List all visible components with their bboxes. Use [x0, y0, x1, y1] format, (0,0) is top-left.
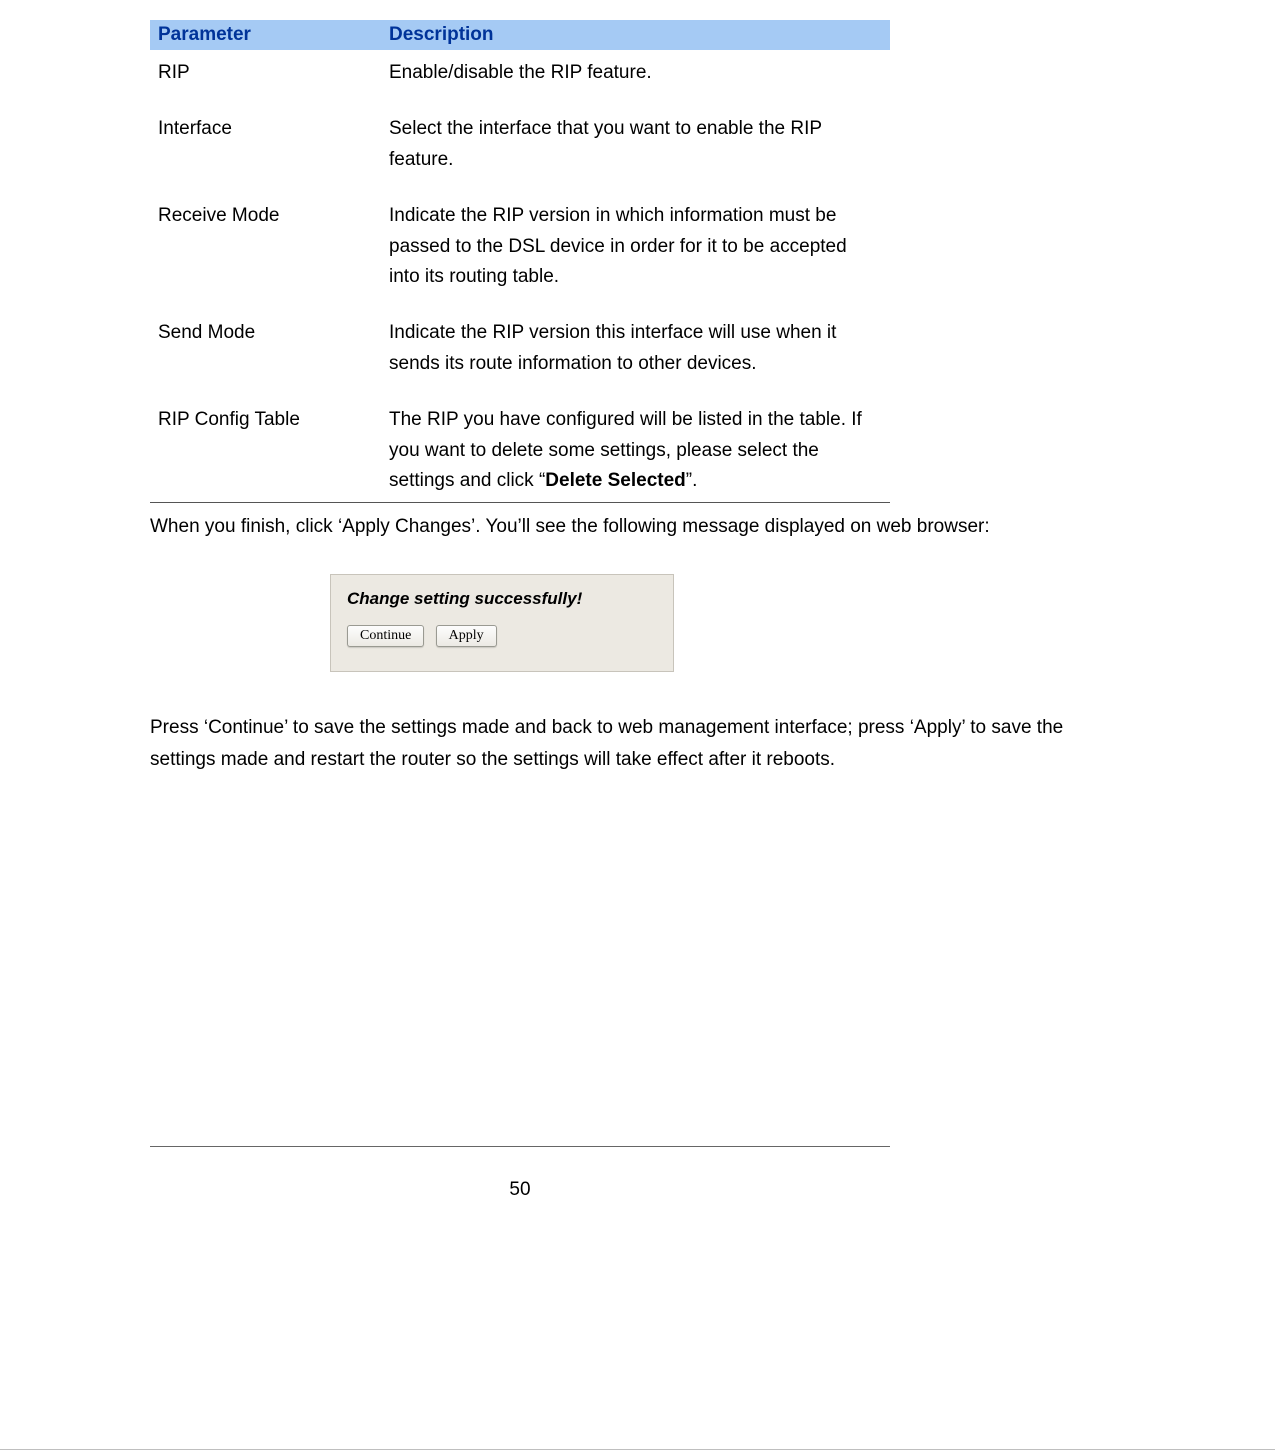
dialog-title: Change setting successfully! — [347, 589, 657, 609]
continue-button[interactable]: Continue — [347, 625, 424, 647]
paragraph-instructions: Press ‘Continue’ to save the settings ma… — [150, 712, 1125, 777]
table-row: RIP Config Table The RIP you have config… — [150, 397, 890, 503]
table-header-parameter: Parameter — [150, 20, 381, 50]
cell-text: ”. — [686, 470, 698, 491]
parameter-table: Parameter Description RIP Enable/disable… — [150, 20, 890, 503]
cell-description: Indicate the RIP version this interface … — [381, 310, 890, 397]
dialog-box: Change setting successfully! Continue Ap… — [330, 574, 674, 672]
table-row: Receive Mode Indicate the RIP version in… — [150, 193, 890, 310]
page-number: 50 — [150, 1179, 890, 1201]
cell-description: Enable/disable the RIP feature. — [381, 50, 890, 106]
cell-text-bold: Delete Selected — [545, 470, 685, 491]
cell-description: Select the interface that you want to en… — [381, 106, 890, 193]
table-row: Interface Select the interface that you … — [150, 106, 890, 193]
table-row: RIP Enable/disable the RIP feature. — [150, 50, 890, 106]
paragraph-apply-changes: When you finish, click ‘Apply Changes’. … — [150, 511, 1125, 543]
cell-description: Indicate the RIP version in which inform… — [381, 193, 890, 310]
cell-parameter: Interface — [150, 106, 381, 193]
cell-parameter: RIP — [150, 50, 381, 106]
table-header-description: Description — [381, 20, 890, 50]
apply-button[interactable]: Apply — [436, 625, 497, 647]
cell-parameter: RIP Config Table — [150, 397, 381, 503]
cell-parameter: Send Mode — [150, 310, 381, 397]
cell-description: The RIP you have configured will be list… — [381, 397, 890, 503]
table-row: Send Mode Indicate the RIP version this … — [150, 310, 890, 397]
cell-parameter: Receive Mode — [150, 193, 381, 310]
footer-divider — [150, 1146, 890, 1147]
